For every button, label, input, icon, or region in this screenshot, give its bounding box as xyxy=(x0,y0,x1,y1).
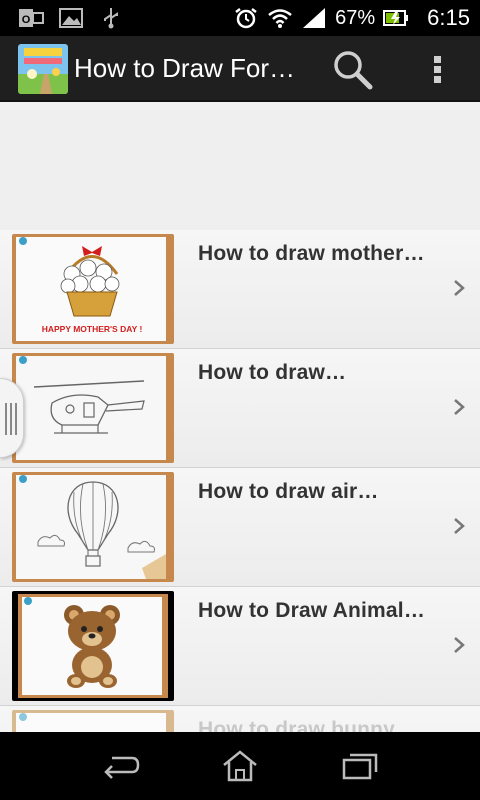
list-item[interactable]: HAPPY MOTHER'S DAY ! How to draw mother… xyxy=(0,230,480,349)
svg-text:O: O xyxy=(22,14,31,26)
image-icon xyxy=(59,8,83,28)
outlook-icon: O xyxy=(19,9,44,27)
thumbnail-teddy-bear xyxy=(12,591,174,701)
thumbnail-mothers-day-basket: HAPPY MOTHER'S DAY ! xyxy=(12,234,174,344)
thumbnail-helicopter xyxy=(12,353,174,463)
list-item[interactable]: How to draw bunny xyxy=(0,706,480,732)
chevron-right-icon xyxy=(454,399,465,415)
item-title: How to Draw Animal… xyxy=(198,599,426,622)
usb-icon xyxy=(104,8,118,29)
drawer-handle[interactable] xyxy=(0,378,24,458)
item-title: How to draw… xyxy=(198,361,347,384)
battery-percent: 67% xyxy=(335,6,376,29)
app-title: How to Draw For… xyxy=(74,53,296,83)
thumbnail-caption: HAPPY MOTHER'S DAY ! xyxy=(42,324,143,334)
thumbnail-hot-air-balloon xyxy=(12,472,174,582)
app-icon[interactable] xyxy=(18,44,68,94)
wifi-icon xyxy=(268,9,292,28)
recent-apps-icon[interactable] xyxy=(338,748,382,784)
list-item[interactable]: How to Draw Animal… xyxy=(0,587,480,706)
search-icon[interactable] xyxy=(330,48,376,90)
back-icon[interactable] xyxy=(98,748,142,784)
item-title: How to draw mother… xyxy=(198,242,425,265)
alarm-icon xyxy=(235,8,257,29)
thumbnail-bunny xyxy=(12,710,174,732)
navigation-bar xyxy=(0,732,480,800)
overflow-menu-icon[interactable] xyxy=(425,48,451,90)
battery-icon xyxy=(383,10,409,26)
clock: 6:15 xyxy=(427,5,470,30)
chevron-right-icon xyxy=(454,637,465,653)
signal-icon xyxy=(303,8,326,28)
status-bar: O 67% 6:15 xyxy=(0,0,480,36)
content-area: HAPPY MOTHER'S DAY ! How to draw mother… xyxy=(0,102,480,732)
drawer-grip-icon xyxy=(5,403,17,435)
chevron-right-icon xyxy=(454,518,465,534)
item-title: How to draw air… xyxy=(198,480,379,503)
item-title: How to draw bunny xyxy=(198,718,396,732)
chevron-right-icon xyxy=(454,280,465,296)
list-item[interactable]: How to draw air… xyxy=(0,468,480,587)
tutorial-list: HAPPY MOTHER'S DAY ! How to draw mother… xyxy=(0,230,480,732)
list-item[interactable]: How to draw… xyxy=(0,349,480,468)
home-icon[interactable] xyxy=(218,748,262,784)
action-bar: How to Draw For… xyxy=(0,36,480,102)
